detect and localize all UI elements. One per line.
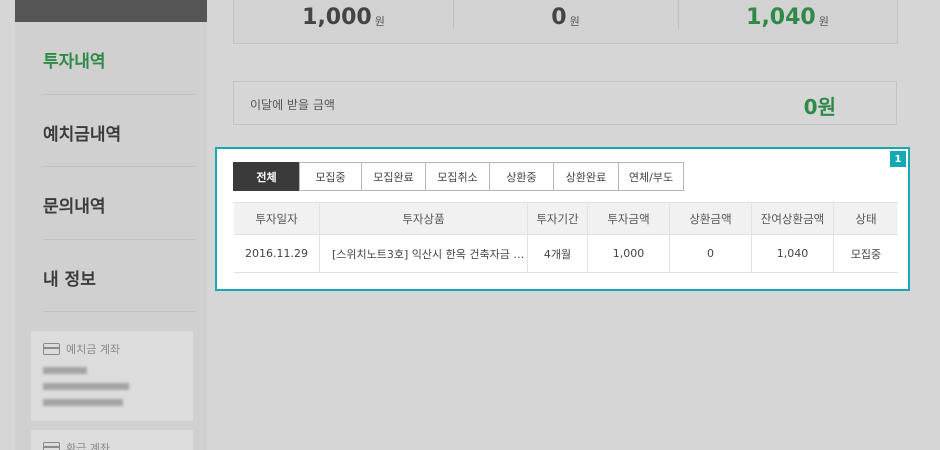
table-header-row: 투자일자 투자상품 투자기간 투자금액 상환금액 잔여상환금액 상태 bbox=[234, 202, 898, 235]
column-header: 잔여상환금액 bbox=[752, 203, 834, 234]
sidebar-item-inquiries[interactable]: 문의내역 bbox=[43, 192, 193, 217]
redacted-text bbox=[43, 367, 87, 374]
tab-all[interactable]: 전체 bbox=[233, 162, 300, 191]
investment-table: 투자일자 투자상품 투자기간 투자금액 상환금액 잔여상환금액 상태 2016.… bbox=[234, 202, 898, 273]
summary-value: 1,040 bbox=[746, 4, 816, 30]
tab-recruit-cancelled[interactable]: 모집취소 bbox=[425, 162, 490, 191]
column-header: 투자기간 bbox=[528, 203, 588, 234]
deposit-account-box: 예치금 계좌 bbox=[31, 331, 193, 421]
divider bbox=[43, 239, 195, 240]
table-cell-amount: 1,000 bbox=[588, 235, 670, 272]
tab-repay-complete[interactable]: 상환완료 bbox=[553, 162, 619, 191]
sidebar: 투자내역 예치금내역 문의내역 내 정보 예치금 계좌 환급 계좌 bbox=[15, 0, 207, 450]
sidebar-header-bar bbox=[15, 0, 207, 22]
summary-repaid: 0 원 bbox=[453, 0, 678, 43]
summary-value: 1,000 bbox=[302, 4, 372, 30]
table-cell-remaining: 1,040 bbox=[752, 235, 834, 272]
column-header: 상태 bbox=[855, 211, 877, 226]
refund-account-label: 환급 계좌 bbox=[66, 442, 110, 450]
table-cell-period: 4개월 bbox=[528, 235, 588, 272]
summary-unit: 원 bbox=[569, 15, 580, 28]
sidebar-item-my-info[interactable]: 내 정보 bbox=[43, 265, 193, 290]
summary-value: 0 bbox=[551, 4, 567, 30]
table-cell-product[interactable]: [스위치노트3호] 익산시 한옥 건축자금 … bbox=[320, 235, 528, 272]
divider bbox=[43, 311, 195, 312]
summary-remaining: 1,040 원 bbox=[678, 0, 897, 43]
redacted-text bbox=[43, 383, 129, 390]
column-header: 투자일자 bbox=[234, 203, 320, 234]
table-row[interactable]: 2016.11.29 [스위치노트3호] 익산시 한옥 건축자금 … 4개월 1… bbox=[234, 235, 898, 273]
summary-unit: 원 bbox=[374, 15, 385, 28]
sidebar-item-deposits[interactable]: 예치금내역 bbox=[43, 120, 193, 145]
summary-unit: 원 bbox=[818, 15, 829, 28]
divider bbox=[43, 94, 195, 95]
redacted-text bbox=[43, 399, 123, 406]
investment-list-panel: 1 전체 모집중 모집완료 모집취소 상환중 상환완료 연체/부도 투자일자 투… bbox=[215, 147, 910, 291]
card-icon bbox=[43, 343, 60, 355]
tab-recruiting[interactable]: 모집중 bbox=[299, 162, 362, 191]
tab-repaying[interactable]: 상환중 bbox=[489, 162, 554, 191]
investment-summary: 1,000 원 0 원 1,040 원 bbox=[233, 0, 898, 44]
callout-badge: 1 bbox=[890, 151, 906, 167]
summary-invested: 1,000 원 bbox=[234, 0, 453, 43]
table-cell-repaid: 0 bbox=[670, 235, 752, 272]
deposit-account-label: 예치금 계좌 bbox=[66, 343, 121, 356]
refund-account-title: 환급 계좌 bbox=[43, 440, 110, 450]
table-cell-date: 2016.11.29 bbox=[234, 235, 320, 272]
column-header: 상환금액 bbox=[670, 203, 752, 234]
deposit-account-title: 예치금 계좌 bbox=[43, 341, 120, 357]
sidebar-item-investments[interactable]: 투자내역 bbox=[43, 47, 193, 72]
refund-account-box: 환급 계좌 bbox=[31, 430, 193, 450]
monthly-label: 이달에 받을 금액 bbox=[250, 98, 335, 112]
monthly-receivable: 이달에 받을 금액 0원 bbox=[233, 81, 897, 125]
card-icon bbox=[43, 442, 60, 450]
status-filter-tabs: 전체 모집중 모집완료 모집취소 상환중 상환완료 연체/부도 bbox=[233, 162, 684, 191]
tab-overdue-default[interactable]: 연체/부도 bbox=[618, 162, 684, 191]
monthly-amount: 0원 bbox=[803, 95, 836, 119]
table-cell-status: 모집중 bbox=[850, 247, 882, 261]
divider bbox=[43, 166, 195, 167]
column-header: 투자상품 bbox=[320, 203, 528, 234]
column-header: 투자금액 bbox=[588, 203, 670, 234]
tab-recruit-complete[interactable]: 모집완료 bbox=[361, 162, 426, 191]
